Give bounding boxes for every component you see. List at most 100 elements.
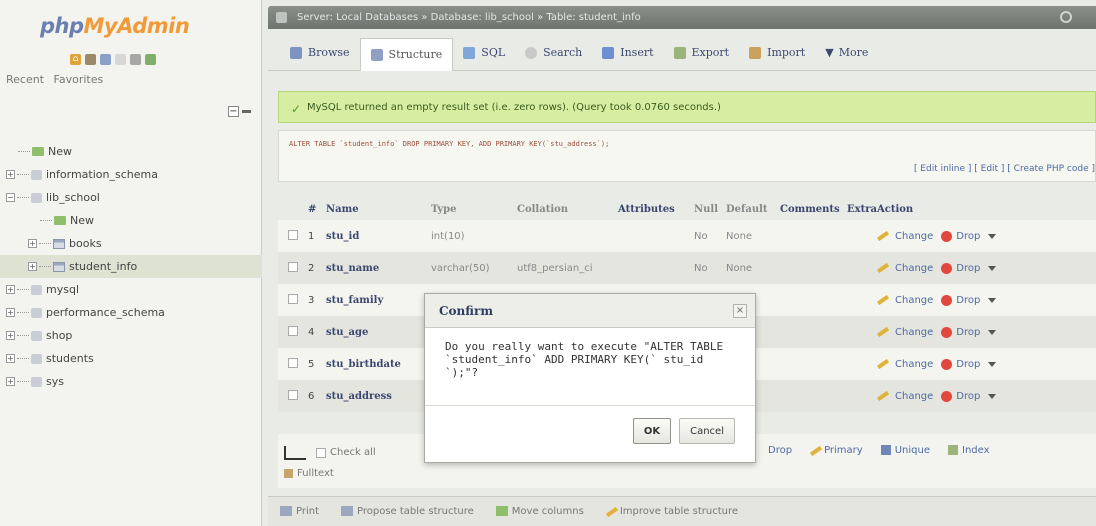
ok-button[interactable]: OK [632,418,672,444]
nav-icon-bar: ⌂ [70,54,156,65]
export-icon [673,46,686,59]
drop-link[interactable]: Drop [956,295,980,306]
table-icon [53,238,65,249]
tab-more[interactable]: ▼ More [815,38,878,68]
row-checkbox[interactable] [288,229,298,240]
bulk-unique-button[interactable]: Unique [880,445,930,456]
drop-link[interactable]: Drop [956,391,980,402]
sql-query-box: ALTER TABLE `student_info` DROP PRIMARY … [278,130,1096,182]
tab-insert[interactable]: Insert [592,38,663,68]
row-checkbox[interactable] [288,389,298,400]
recent-favorites: Recent Favorites [6,73,109,86]
expand-icon[interactable]: + [6,377,15,386]
tree-item-books[interactable]: + books [0,232,262,255]
tree-item-information-schema[interactable]: + information_schema [0,163,262,186]
change-link[interactable]: Change [895,359,933,370]
bulk-drop-button[interactable]: Drop [768,445,792,456]
row-checkbox[interactable] [288,357,298,368]
query-edit-links[interactable]: [ Edit inline ] [ Edit ] [ Create PHP co… [914,164,1095,174]
drop-link[interactable]: Drop [956,263,980,274]
more-icon[interactable] [988,297,997,303]
check-all-checkbox[interactable] [316,447,326,458]
tree-item-new-table[interactable]: New [0,209,262,232]
drop-link[interactable]: Drop [956,359,980,370]
drop-icon [941,230,953,242]
check-all[interactable]: Check all [316,447,376,458]
tree-item-students[interactable]: + students [0,347,262,370]
tree-item-student-info[interactable]: + student_info [0,255,262,278]
expand-icon[interactable]: + [28,239,37,248]
more-icon[interactable] [988,329,997,335]
expand-icon[interactable]: + [6,331,15,340]
reload-icon[interactable] [145,54,156,65]
page-icon[interactable] [115,54,126,65]
index-icon [948,445,958,455]
row-checkbox[interactable] [288,293,298,304]
cancel-button[interactable]: Cancel [679,418,735,444]
pencil-icon [877,326,890,338]
propose-structure-link[interactable]: Propose table structure [341,506,474,517]
home-icon[interactable]: ⌂ [70,54,81,65]
tree-item-sys[interactable]: + sys [0,370,262,393]
collapse-all-control[interactable]: − [228,106,251,117]
print-link[interactable]: Print [280,506,319,517]
more-icon[interactable] [988,393,997,399]
phpmyadmin-logo[interactable]: phpMyAdmin [40,14,190,38]
bulk-fulltext-button[interactable]: Fulltext [284,468,334,479]
tree-item-performance-schema[interactable]: + performance_schema [0,301,262,324]
expand-icon[interactable]: + [28,262,37,271]
improve-icon [605,506,618,518]
unlink-icon[interactable] [242,110,251,113]
tab-import[interactable]: Import [739,38,815,68]
database-icon [31,376,42,387]
expand-icon[interactable]: + [6,170,15,179]
move-columns-link[interactable]: Move columns [495,506,584,517]
bulk-index-button[interactable]: Index [948,445,990,456]
row-checkbox[interactable] [288,325,298,336]
tree-item-lib-school[interactable]: − lib_school [0,186,262,209]
change-link[interactable]: Change [895,295,933,306]
drop-icon [941,294,953,306]
breadcrumb-text[interactable]: Server: Local Databases » Database: lib_… [297,12,641,23]
favorites-link[interactable]: Favorites [54,73,104,86]
new-icon [32,147,44,156]
gear-icon[interactable] [1060,11,1072,23]
tab-browse[interactable]: Browse [280,38,360,68]
tree-item-new[interactable]: New [0,140,262,163]
more-icon[interactable] [988,361,997,367]
tab-structure[interactable]: Structure [359,37,454,71]
row-checkbox[interactable] [288,261,298,272]
tab-search[interactable]: Search [515,38,592,68]
collapse-icon[interactable]: − [6,193,15,202]
tree-item-shop[interactable]: + shop [0,324,262,347]
change-link[interactable]: Change [895,391,933,402]
pencil-icon [877,390,890,402]
expand-icon[interactable]: + [6,285,15,294]
move-columns-icon [495,506,508,516]
close-icon[interactable]: × [733,304,747,318]
tree-item-mysql[interactable]: + mysql [0,278,262,301]
docs-icon[interactable] [100,54,111,65]
drop-link[interactable]: Drop [956,231,980,242]
change-link[interactable]: Change [895,263,933,274]
drop-link[interactable]: Drop [956,327,980,338]
database-icon [31,284,42,295]
more-icon[interactable] [988,265,997,271]
pencil-icon [877,230,890,242]
bulk-primary-button[interactable]: Primary [810,445,863,457]
logout-icon[interactable] [85,54,96,65]
tab-sql[interactable]: SQL [453,38,515,68]
more-icon[interactable] [988,233,997,239]
success-message: ✓ MySQL returned an empty result set (i.… [278,91,1096,123]
expand-icon[interactable]: + [6,354,15,363]
expand-icon[interactable]: + [6,308,15,317]
tab-export[interactable]: Export [664,38,740,68]
change-link[interactable]: Change [895,327,933,338]
database-icon [31,330,42,341]
recent-link[interactable]: Recent [6,73,44,86]
table-tabs: Browse Structure SQL Search Insert Expor… [268,35,1096,71]
settings-icon[interactable] [130,54,141,65]
change-link[interactable]: Change [895,231,933,242]
back-arrow-icon[interactable] [276,12,287,23]
improve-structure-link[interactable]: Improve table structure [605,506,738,518]
